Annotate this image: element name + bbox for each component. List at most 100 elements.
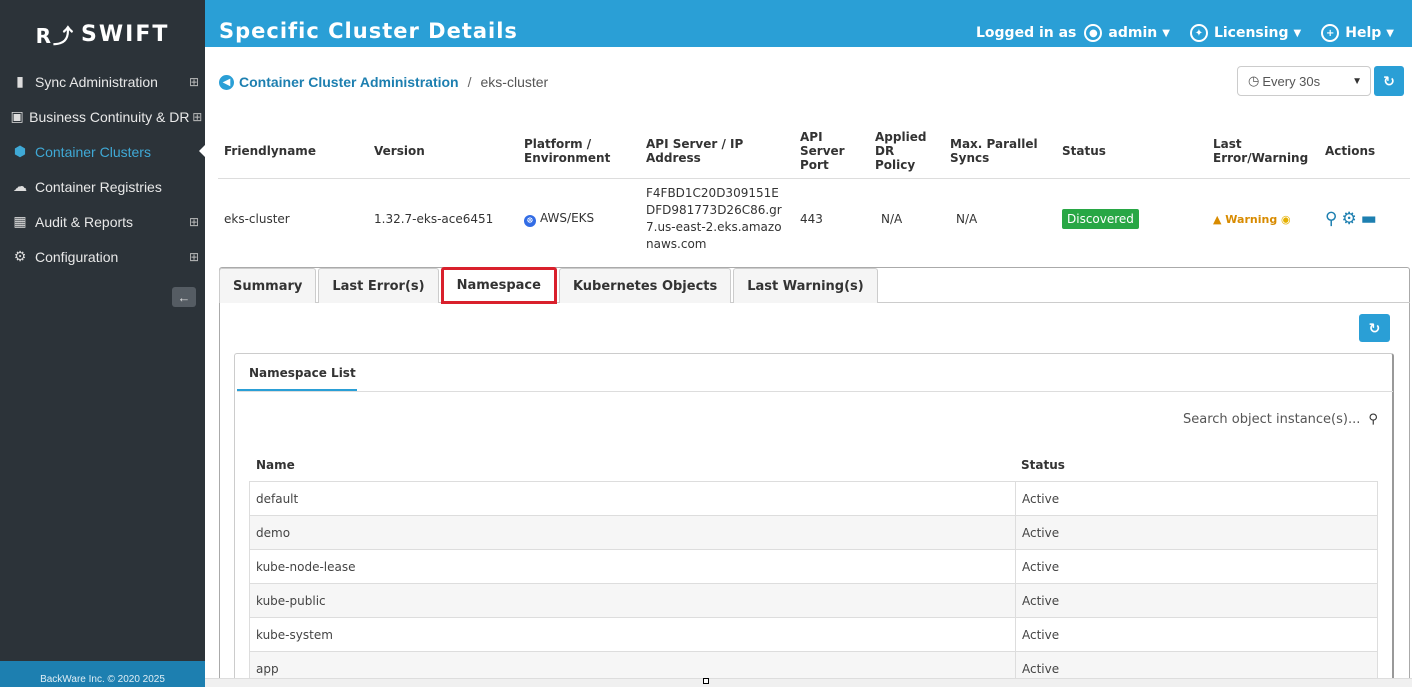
cloud-icon: ☁ xyxy=(13,178,27,194)
gears-icon[interactable]: ⚙ xyxy=(1341,209,1360,229)
tab-bar: Summary Last Error(s) Namespace Kubernet… xyxy=(219,267,880,304)
header-actions: Logged in as ● admin ▼ ✦ Licensing ▼ + H… xyxy=(976,24,1412,42)
breadcrumb: ◀ Container Cluster Administration / eks… xyxy=(219,74,548,90)
panel-refresh-button[interactable]: ↻ xyxy=(1359,314,1390,342)
logged-in-label: Logged in as xyxy=(976,25,1077,41)
tab-last-warnings[interactable]: Last Warning(s) xyxy=(733,268,878,303)
warning-icon: ▲ xyxy=(1213,213,1226,227)
resize-handle[interactable] xyxy=(703,678,709,684)
sidebar-item-configuration[interactable]: ⚙ Configuration ⊞ xyxy=(0,239,205,274)
copyright: BackWare Inc. © 2020 2025 xyxy=(0,661,205,687)
cell-name: kube-system xyxy=(249,617,1016,652)
table-row[interactable]: default Active xyxy=(249,481,1378,516)
table-row[interactable]: demo Active xyxy=(249,515,1378,550)
header-actions: Actions xyxy=(1319,125,1410,179)
brand-mark: R⤴ xyxy=(35,23,76,48)
tab-kubernetes-objects[interactable]: Kubernetes Objects xyxy=(558,268,732,303)
tab-namespace[interactable]: Namespace xyxy=(440,267,557,304)
header-status: Status xyxy=(1021,458,1065,472)
cell-api-port: 443 xyxy=(800,212,823,227)
back-arrow-icon[interactable]: ◀ xyxy=(219,74,234,90)
user-icon: ● xyxy=(1084,24,1103,42)
refresh-interval-select[interactable]: ◷ Every 30s ▼ xyxy=(1237,66,1371,96)
refresh-icon: ↻ xyxy=(1383,72,1395,89)
licensing-menu[interactable]: ✦ Licensing ▼ xyxy=(1189,24,1302,42)
breadcrumb-link[interactable]: Container Cluster Administration xyxy=(239,74,459,90)
tab-summary[interactable]: Summary xyxy=(219,268,317,303)
breadcrumb-current: eks-cluster xyxy=(480,74,549,90)
expand-icon[interactable]: ⊞ xyxy=(183,215,205,229)
sidebar-item-label: Configuration xyxy=(35,248,119,265)
licensing-icon: ✦ xyxy=(1189,24,1208,42)
binoculars-icon[interactable]: ⚲ xyxy=(1325,209,1341,229)
namespace-tab-divider xyxy=(237,391,1393,392)
clock-icon: ◷ xyxy=(1248,73,1260,88)
sidebar-item-container-clusters[interactable]: ⬢ Container Clusters xyxy=(0,134,205,169)
header-dr-policy: Applied DR Policy xyxy=(869,125,944,179)
sidebar-item-label: Container Registries xyxy=(35,178,162,195)
cell-friendlyname: eks-cluster xyxy=(224,212,290,227)
cell-actions: ⚲⚙▬ xyxy=(1319,178,1410,260)
chevron-down-icon: ▼ xyxy=(1293,27,1302,39)
help-label: Help xyxy=(1345,25,1382,41)
cell-status: Active xyxy=(1015,549,1378,584)
search-icon[interactable]: ⚲ xyxy=(1368,412,1378,427)
tab-namespace-list[interactable]: Namespace List xyxy=(237,356,357,391)
table-row: eks-cluster 1.32.7-eks-ace6451 ☸ AWS/EKS … xyxy=(218,178,1410,260)
cell-name: kube-node-lease xyxy=(249,549,1016,584)
cell-dr-policy: N/A xyxy=(869,178,944,260)
collapse-sidebar-button[interactable]: ← xyxy=(172,287,196,307)
help-menu[interactable]: + Help ▼ xyxy=(1321,24,1394,42)
user-menu[interactable]: ● admin ▼ xyxy=(1084,24,1170,42)
refresh-button[interactable]: ↻ xyxy=(1374,66,1404,96)
breadcrumb-separator: / xyxy=(467,74,472,90)
cell-name: demo xyxy=(249,515,1016,550)
expand-icon[interactable]: ⊞ xyxy=(183,75,205,89)
namespace-table-header: Name Status xyxy=(250,450,1378,480)
search-input[interactable]: Search object instance(s)... ⚲ xyxy=(1183,412,1378,427)
parallel-value: N/A xyxy=(956,212,978,227)
user-name: admin xyxy=(1108,25,1158,41)
brand-name: SWIFT xyxy=(81,21,170,47)
cell-name: default xyxy=(249,481,1016,516)
header-friendlyname: Friendlyname xyxy=(218,125,368,179)
cell-status: Active xyxy=(1015,481,1378,516)
gears-icon: ⚙ xyxy=(13,248,27,264)
cell-last-error[interactable]: ▲ Warning ◉ xyxy=(1207,178,1319,260)
trash-icon[interactable]: ▬ xyxy=(1361,209,1381,229)
chevron-down-icon: ▼ xyxy=(1386,27,1394,39)
table-row[interactable]: kube-public Active xyxy=(249,583,1378,618)
kubernetes-icon: ☸ xyxy=(524,215,536,228)
dr-policy-value: N/A xyxy=(881,212,903,227)
cell-parallel-syncs: N/A xyxy=(944,178,1056,260)
expand-icon[interactable]: ⊞ xyxy=(189,110,205,124)
warning-badge[interactable]: ▲ Warning ◉ xyxy=(1213,213,1291,226)
expand-icon[interactable]: ⊞ xyxy=(183,250,205,264)
horizontal-scrollbar[interactable] xyxy=(205,678,1412,687)
cell-status: Active xyxy=(1015,617,1378,652)
page-title: Specific Cluster Details xyxy=(219,19,518,43)
brand-logo[interactable]: R⤴ SWIFT xyxy=(0,0,205,68)
tab-last-errors[interactable]: Last Error(s) xyxy=(318,268,439,303)
sidebar-item-sync-administration[interactable]: ▮ Sync Administration ⊞ xyxy=(0,64,205,99)
table-row[interactable]: kube-system Active xyxy=(249,617,1378,652)
chevron-down-icon: ▼ xyxy=(1352,75,1362,87)
table-row[interactable]: kube-node-lease Active xyxy=(249,549,1378,584)
sidebar: R⤴ SWIFT ▮ Sync Administration ⊞ ▣ Busin… xyxy=(0,0,205,687)
header-version: Version xyxy=(368,125,518,179)
sidebar-item-audit-reports[interactable]: ▦ Audit & Reports ⊞ xyxy=(0,204,205,239)
header-last-error: Last Error/Warning xyxy=(1207,125,1319,179)
cell-status: Active xyxy=(1015,515,1378,550)
sidebar-item-container-registries[interactable]: ☁ Container Registries xyxy=(0,169,205,204)
table-header-row: Friendlyname Version Platform / Environm… xyxy=(218,125,1410,179)
licensing-label: Licensing xyxy=(1213,25,1289,41)
cell-version: 1.32.7-eks-ace6451 xyxy=(374,212,494,227)
cube-icon: ⬢ xyxy=(13,143,27,159)
eye-icon[interactable]: ◉ xyxy=(1281,213,1291,226)
table-icon: ▦ xyxy=(13,213,27,229)
header-api-server: API Server / IP Address xyxy=(640,125,794,179)
cell-api-server: F4FBD1C20D309151EDFD981773D26C86.gr7.us-… xyxy=(640,178,794,260)
sidebar-item-business-continuity[interactable]: ▣ Business Continuity & DR ⊞ xyxy=(0,99,205,134)
cluster-details-table: Friendlyname Version Platform / Environm… xyxy=(218,125,1410,260)
cell-status: Discovered xyxy=(1056,178,1207,260)
